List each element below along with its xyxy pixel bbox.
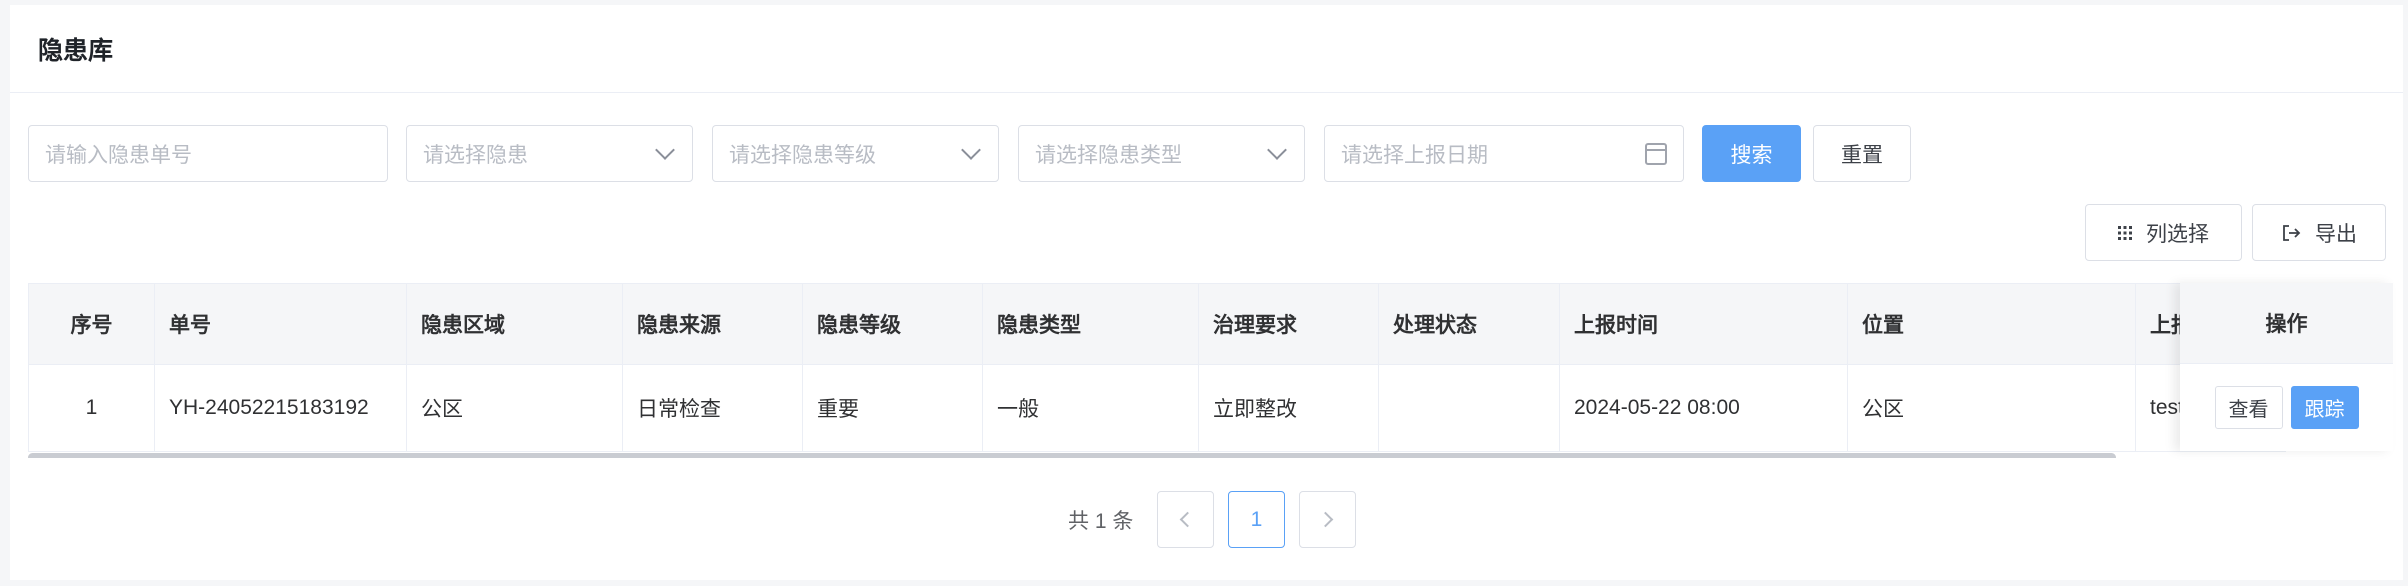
col-header-location: 位置 [1847, 283, 2136, 365]
col-header-level: 隐患等级 [802, 283, 983, 365]
level-select[interactable]: 请选择隐患等级 [712, 125, 999, 182]
export-button[interactable]: 导出 [2252, 204, 2386, 261]
view-button[interactable]: 查看 [2214, 386, 2283, 429]
cell-source: 日常检查 [622, 364, 803, 452]
level-placeholder: 请选择隐患等级 [729, 143, 876, 167]
col-header-status: 处理状态 [1378, 283, 1560, 365]
cell-level: 重要 [802, 364, 983, 452]
hazard-table: 序号 单号 隐患区域 隐患来源 隐患等级 隐患类型 治理要求 处理状态 上报时间… [28, 283, 2393, 458]
report-date-placeholder: 请选择上报日期 [1341, 143, 1488, 167]
order-no-input[interactable]: 请输入隐患单号 [28, 125, 388, 182]
col-header-type: 隐患类型 [982, 283, 1199, 365]
page-title: 隐患库 [38, 36, 114, 65]
col-header-order-no: 单号 [154, 283, 407, 365]
hazard-placeholder: 请选择隐患 [423, 143, 528, 167]
chevron-right-icon [1317, 511, 1334, 528]
row-actions: 查看 跟踪 [2180, 364, 2393, 451]
cell-order-no: YH-24052215183192 [154, 364, 407, 452]
calendar-icon [1645, 142, 1667, 165]
hazard-select[interactable]: 请选择隐患 [406, 125, 693, 182]
cell-status [1378, 364, 1560, 452]
table-header-row: 序号 单号 隐患区域 隐患来源 隐患等级 隐患类型 治理要求 处理状态 上报时间… [28, 283, 2286, 365]
type-select[interactable]: 请选择隐患类型 [1018, 125, 1305, 182]
order-no-placeholder: 请输入隐患单号 [45, 143, 192, 167]
column-select-button[interactable]: 列选择 [2085, 204, 2242, 261]
pagination-total: 共 1 条 [1068, 491, 1133, 548]
col-header-report-time: 上报时间 [1559, 283, 1848, 365]
type-placeholder: 请选择隐患类型 [1035, 143, 1182, 167]
column-select-label: 列选择 [2146, 222, 2209, 246]
page-button-current[interactable]: 1 [1228, 491, 1285, 548]
col-header-index: 序号 [28, 283, 155, 365]
fixed-action-column: 操作 查看 跟踪 [2180, 283, 2393, 451]
card-header: 隐患库 [10, 5, 2403, 93]
reset-button[interactable]: 重置 [1813, 125, 1911, 182]
chevron-down-icon [1267, 139, 1287, 160]
table-row: 1 YH-24052215183192 公区 日常检查 重要 一般 立即整改 2… [28, 364, 2286, 452]
export-icon [2281, 223, 2301, 243]
prev-page-button[interactable] [1157, 491, 1214, 548]
cell-type: 一般 [982, 364, 1199, 452]
col-header-actions: 操作 [2180, 283, 2393, 364]
pagination-total-text: 共 1 条 [1068, 509, 1134, 533]
col-header-requirement: 治理要求 [1198, 283, 1379, 365]
chevron-down-icon [655, 139, 675, 160]
search-button[interactable]: 搜索 [1702, 125, 1801, 182]
col-header-area: 隐患区域 [406, 283, 623, 365]
horizontal-scrollbar[interactable] [28, 453, 2116, 458]
export-label: 导出 [2315, 222, 2357, 246]
cell-report-time: 2024-05-22 08:00 [1559, 364, 1848, 452]
cell-index: 1 [28, 364, 155, 452]
cell-requirement: 立即整改 [1198, 364, 1379, 452]
track-button[interactable]: 跟踪 [2290, 386, 2359, 429]
col-header-source: 隐患来源 [622, 283, 803, 365]
chevron-down-icon [961, 139, 981, 160]
report-date-picker[interactable]: 请选择上报日期 [1324, 125, 1684, 182]
cell-location: 公区 [1847, 364, 2136, 452]
next-page-button[interactable] [1299, 491, 1356, 548]
chevron-left-icon [1179, 511, 1196, 528]
cell-area: 公区 [406, 364, 623, 452]
grid-icon [2118, 225, 2132, 240]
